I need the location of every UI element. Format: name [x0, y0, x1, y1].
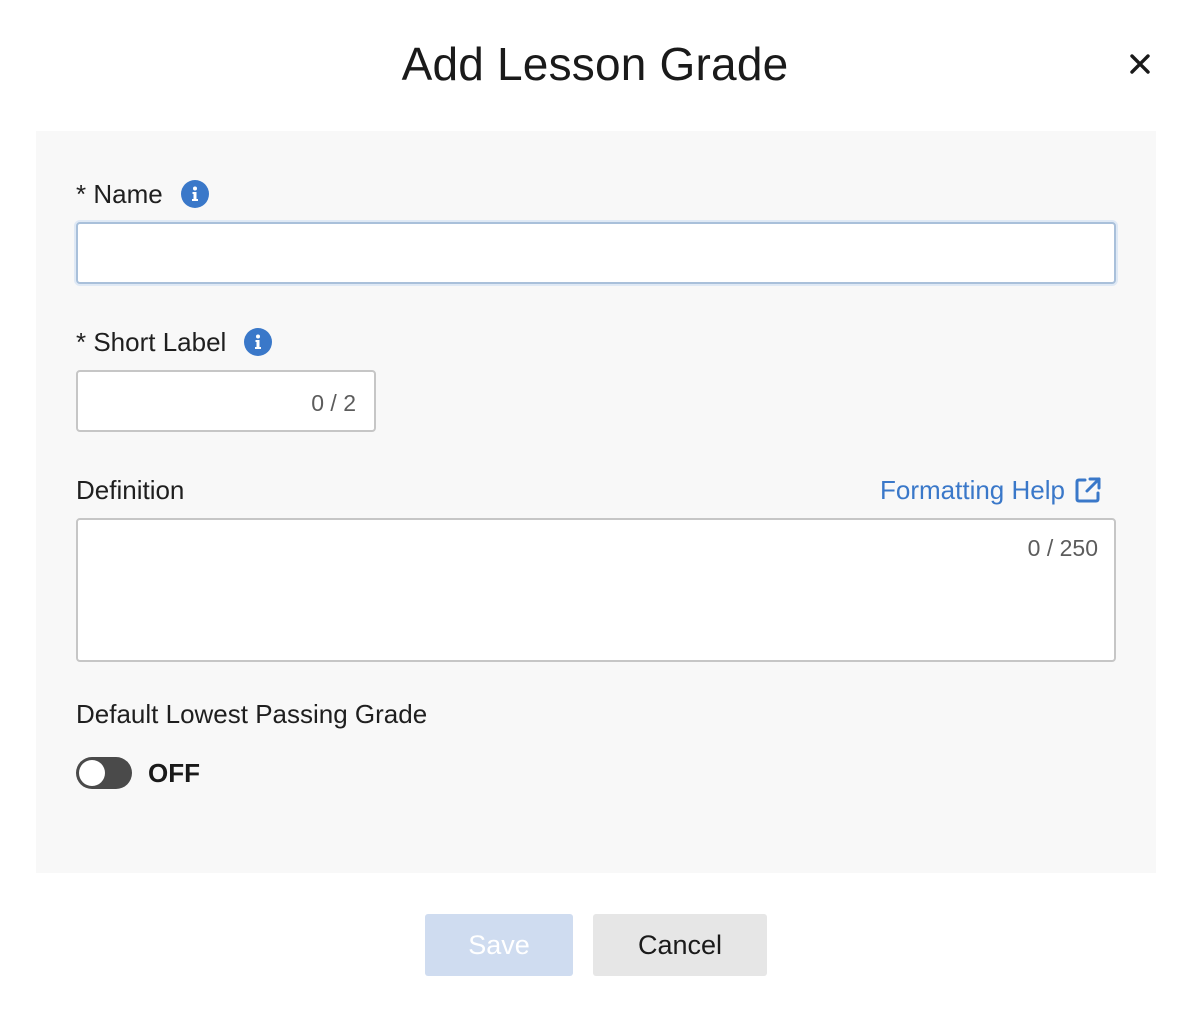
- definition-label: Definition: [76, 475, 185, 505]
- short-label-label: * Short Label: [76, 327, 227, 357]
- save-button[interactable]: Save: [425, 914, 573, 976]
- name-label-row: * Name: [76, 178, 209, 210]
- info-icon[interactable]: [180, 180, 209, 208]
- external-link-icon: [1075, 477, 1101, 503]
- formatting-help-label: Formatting Help: [880, 475, 1065, 505]
- toggle-state-label: OFF: [148, 758, 200, 788]
- lowest-passing-toggle[interactable]: [76, 757, 132, 789]
- close-button[interactable]: [1124, 48, 1156, 80]
- name-label: * Name: [76, 179, 163, 209]
- toggle-knob: [79, 760, 105, 786]
- info-icon[interactable]: [244, 328, 273, 356]
- cancel-button[interactable]: Cancel: [593, 914, 767, 976]
- name-input[interactable]: [76, 222, 1116, 284]
- definition-counter: 0 / 250: [1027, 535, 1098, 561]
- dialog-title: Add Lesson Grade: [401, 38, 789, 90]
- formatting-help-link[interactable]: Formatting Help: [880, 474, 1103, 506]
- short-label-label-row: * Short Label: [76, 326, 273, 358]
- lowest-passing-label: Default Lowest Passing Grade: [76, 699, 428, 729]
- short-label-counter: 0 / 2: [311, 390, 356, 416]
- info-glyph: [191, 186, 198, 201]
- info-glyph: [255, 334, 262, 349]
- close-icon: [1130, 54, 1150, 74]
